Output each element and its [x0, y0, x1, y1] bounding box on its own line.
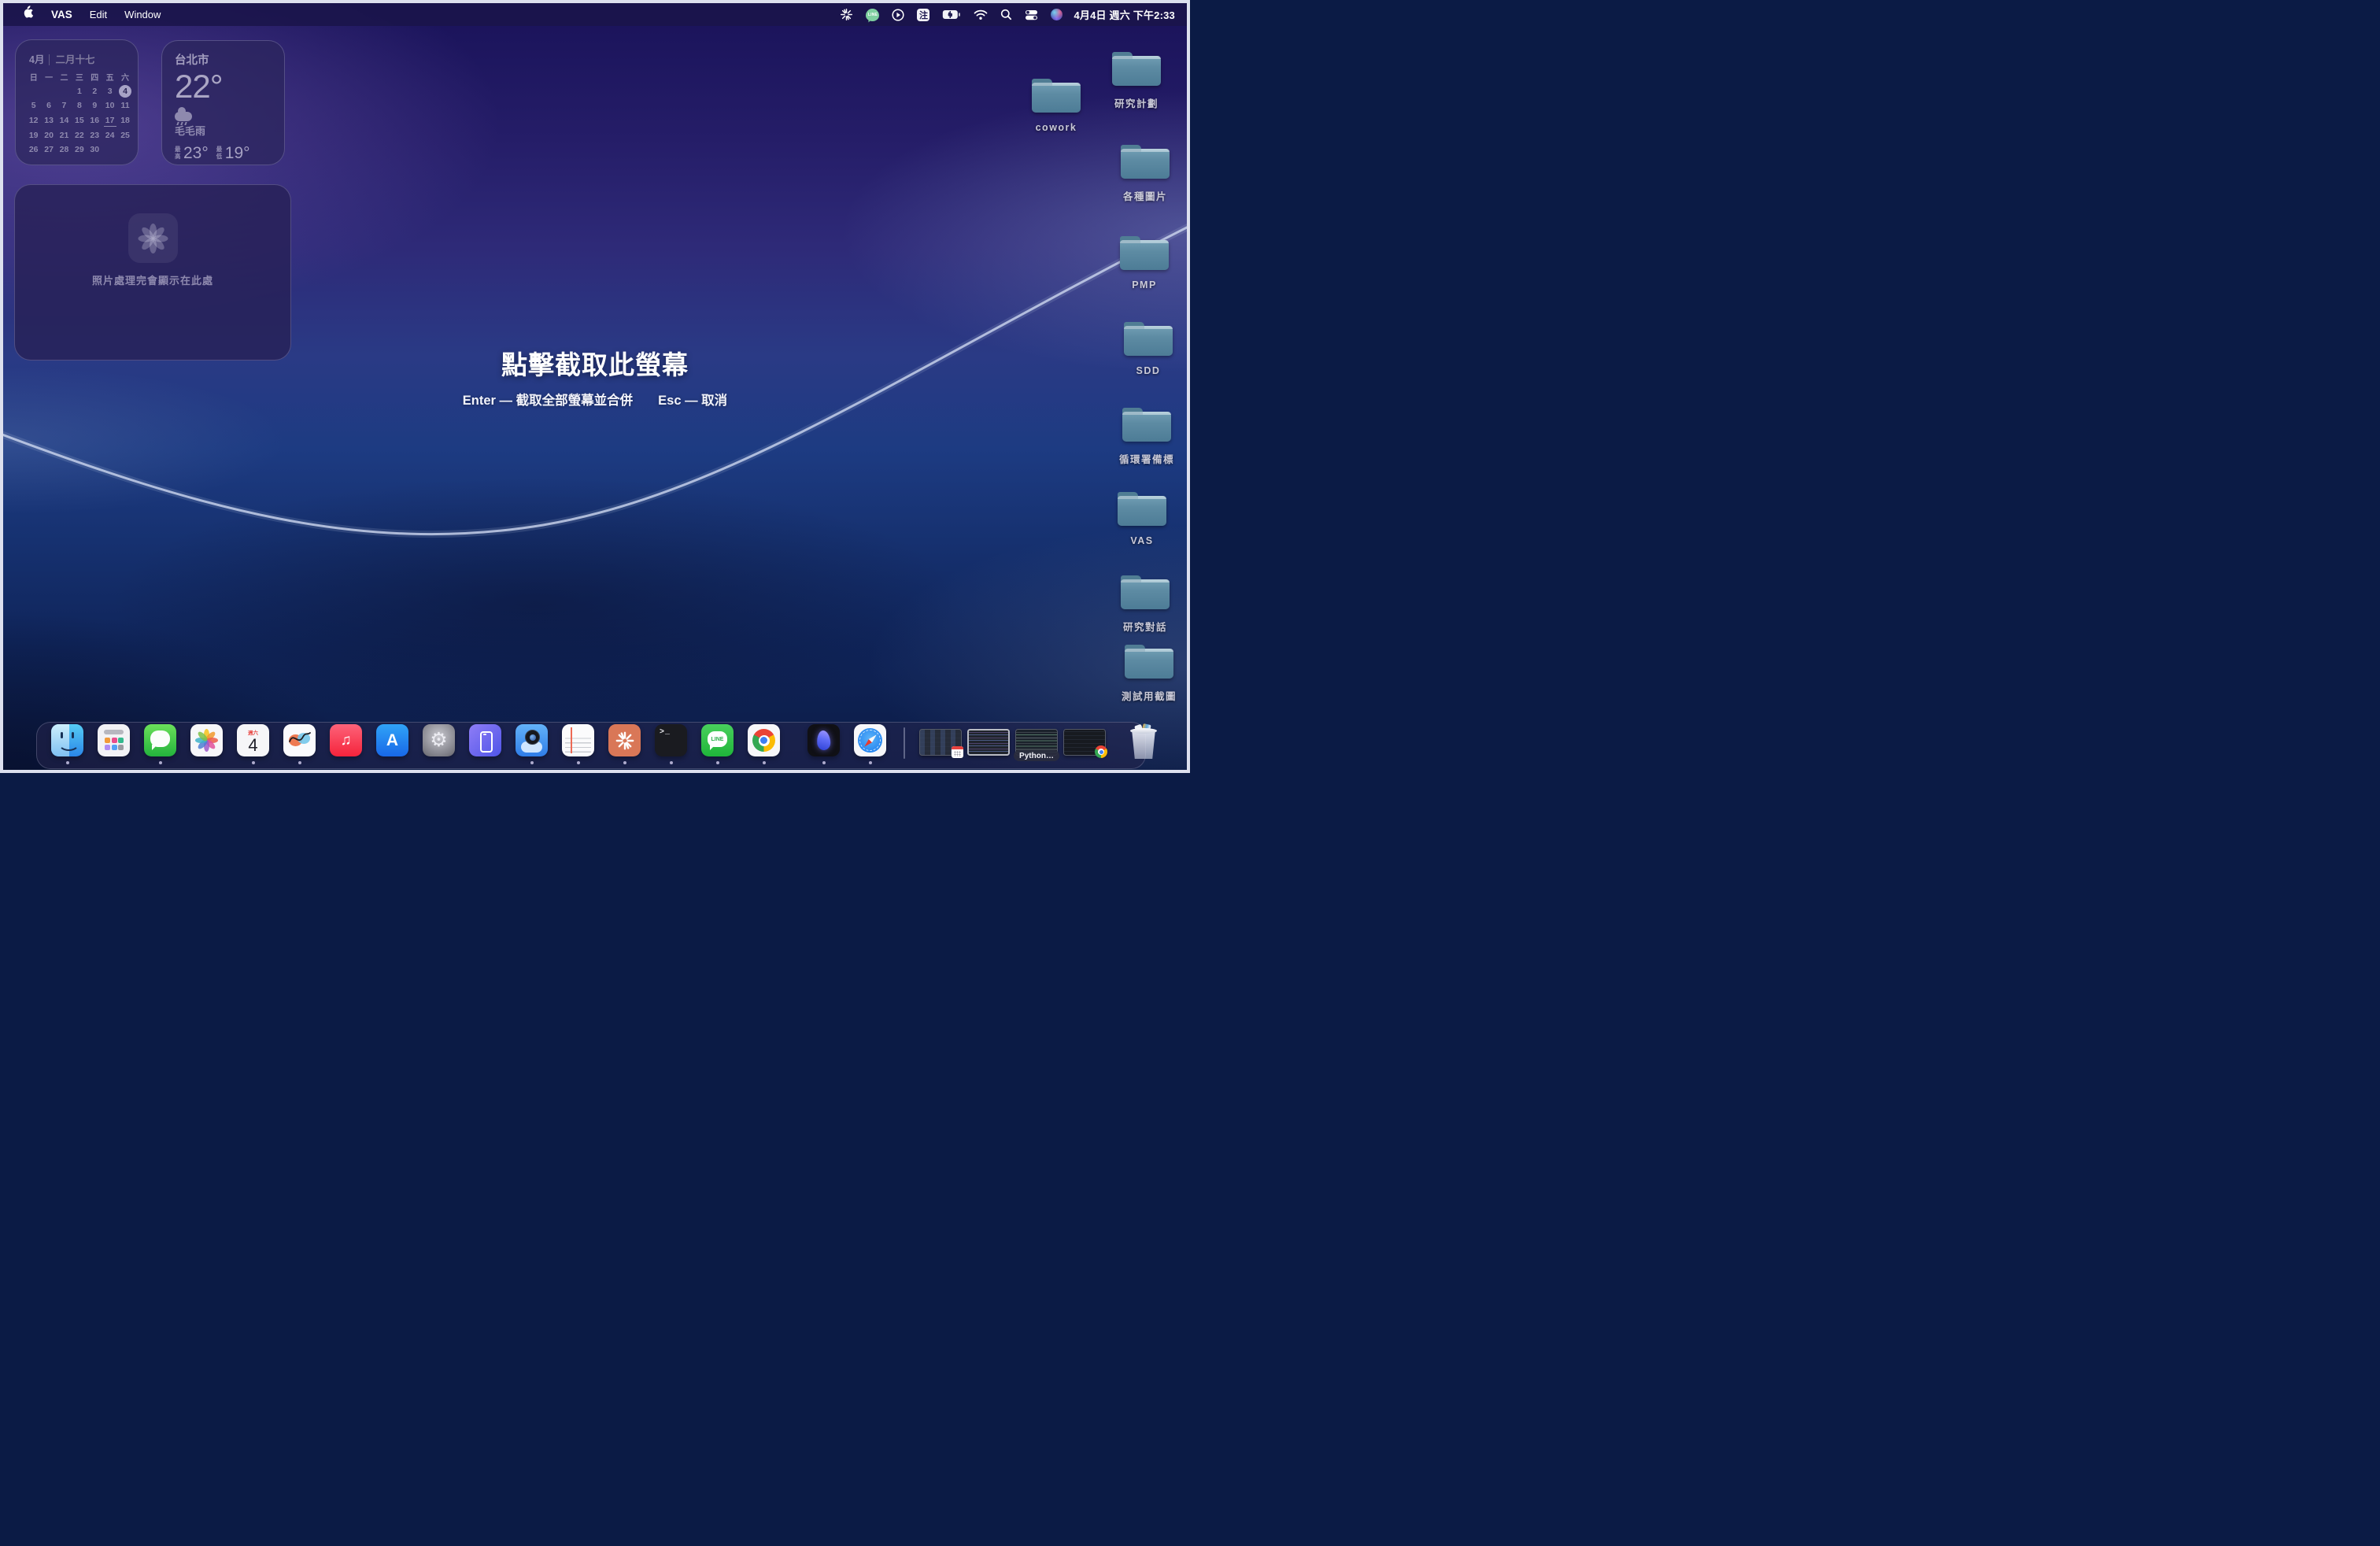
apple-icon — [23, 6, 34, 18]
cleanshot-camera-icon — [516, 724, 548, 756]
terminal-icon: >_ — [655, 724, 687, 756]
dock-finder[interactable] — [51, 724, 83, 756]
capture-title: 點擊截取此螢幕 — [0, 344, 1190, 382]
line-status-icon[interactable]: LINE — [859, 3, 885, 26]
dock-photos[interactable] — [190, 724, 223, 756]
dock-system-settings[interactable]: ⚙ — [423, 724, 455, 756]
dock-calendar[interactable]: 週六 4 — [237, 724, 269, 756]
wifi-icon[interactable] — [967, 3, 994, 26]
flame-app-icon — [808, 724, 840, 756]
calendar-badge-icon — [952, 746, 963, 758]
minimized-browser-window[interactable] — [1063, 729, 1106, 756]
settings-gear-icon: ⚙ — [423, 724, 455, 756]
music-icon: ♫ — [330, 724, 362, 756]
capture-hints: Enter — 截取全部螢幕並合併 Esc — 取消 — [0, 390, 1190, 409]
trash-bin-icon — [1131, 730, 1156, 759]
dock-line[interactable]: LINE — [701, 724, 734, 756]
app-store-icon: A — [376, 724, 408, 756]
input-source-icon[interactable]: 注 — [911, 3, 936, 26]
dock: 週六 4 ♫ A ⚙ — [36, 722, 1146, 769]
dock-app-store[interactable]: A — [376, 724, 408, 756]
control-center-icon[interactable] — [1018, 3, 1044, 26]
minimized-code-window[interactable] — [967, 729, 1010, 756]
dock-freeform[interactable] — [283, 724, 316, 756]
minimized-python-window[interactable]: Python… — [1015, 729, 1058, 756]
minimized-window-label: Python… — [1014, 750, 1059, 761]
menu-app-name[interactable]: VAS — [42, 3, 81, 26]
dock-flame-app[interactable] — [808, 724, 840, 756]
play-circle-status-icon[interactable] — [885, 3, 911, 26]
spotlight-search-icon[interactable] — [994, 3, 1018, 26]
safari-compass-icon — [854, 724, 886, 756]
dock-messages[interactable] — [144, 724, 176, 756]
claude-starburst-icon — [608, 724, 641, 756]
photos-icon — [190, 724, 223, 756]
dock-apps-launchpad[interactable] — [98, 724, 130, 756]
apple-menu[interactable] — [14, 3, 42, 26]
menu-edit[interactable]: Edit — [81, 3, 116, 26]
finder-icon — [51, 724, 83, 756]
chrome-icon — [748, 724, 780, 756]
starburst-status-icon[interactable] — [833, 3, 859, 26]
menu-bar-clock[interactable]: 4月4日 週六 下午2:33 — [1069, 3, 1181, 26]
dock-cleanshot[interactable] — [516, 724, 548, 756]
messages-icon — [144, 724, 176, 756]
textedit-icon — [562, 724, 594, 756]
minimized-calendar-window[interactable] — [919, 729, 962, 756]
dock-chrome[interactable] — [748, 724, 780, 756]
capture-esc-hint: Esc — 取消 — [658, 390, 727, 409]
menu-bar: VAS Edit Window LINE 注 — [3, 3, 1187, 26]
dock-terminal[interactable]: >_ — [655, 724, 687, 756]
dock-textedit[interactable] — [562, 724, 594, 756]
calendar-icon: 週六 4 — [237, 724, 269, 756]
iphone-mirroring-icon — [469, 724, 501, 756]
screen-capture-overlay[interactable]: 點擊截取此螢幕 Enter — 截取全部螢幕並合併 Esc — 取消 — [0, 0, 1190, 773]
freeform-icon — [283, 724, 316, 756]
dock-divider — [904, 727, 905, 759]
menu-window[interactable]: Window — [116, 3, 169, 26]
capture-enter-hint: Enter — 截取全部螢幕並合併 — [463, 390, 633, 409]
launchpad-icon — [98, 724, 130, 756]
battery-charging-icon[interactable] — [936, 3, 967, 26]
dock-music[interactable]: ♫ — [330, 724, 362, 756]
line-app-icon: LINE — [701, 724, 734, 756]
siri-icon[interactable] — [1044, 3, 1069, 26]
dock-safari[interactable] — [854, 724, 886, 756]
chrome-badge-icon — [1095, 745, 1107, 758]
dock-iphone-mirroring[interactable] — [469, 724, 501, 756]
dock-claude[interactable] — [608, 724, 641, 756]
dock-trash[interactable] — [1129, 726, 1158, 759]
